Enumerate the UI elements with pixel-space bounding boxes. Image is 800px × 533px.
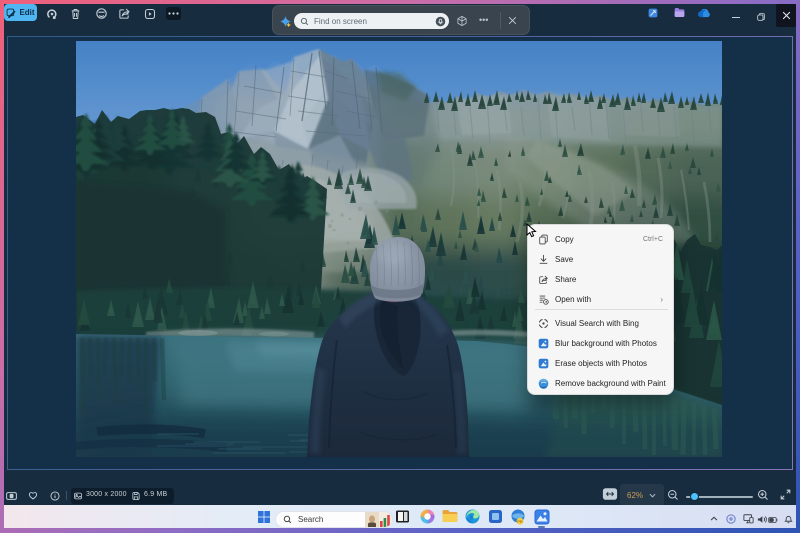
svg-text:PR: PR xyxy=(517,519,523,524)
